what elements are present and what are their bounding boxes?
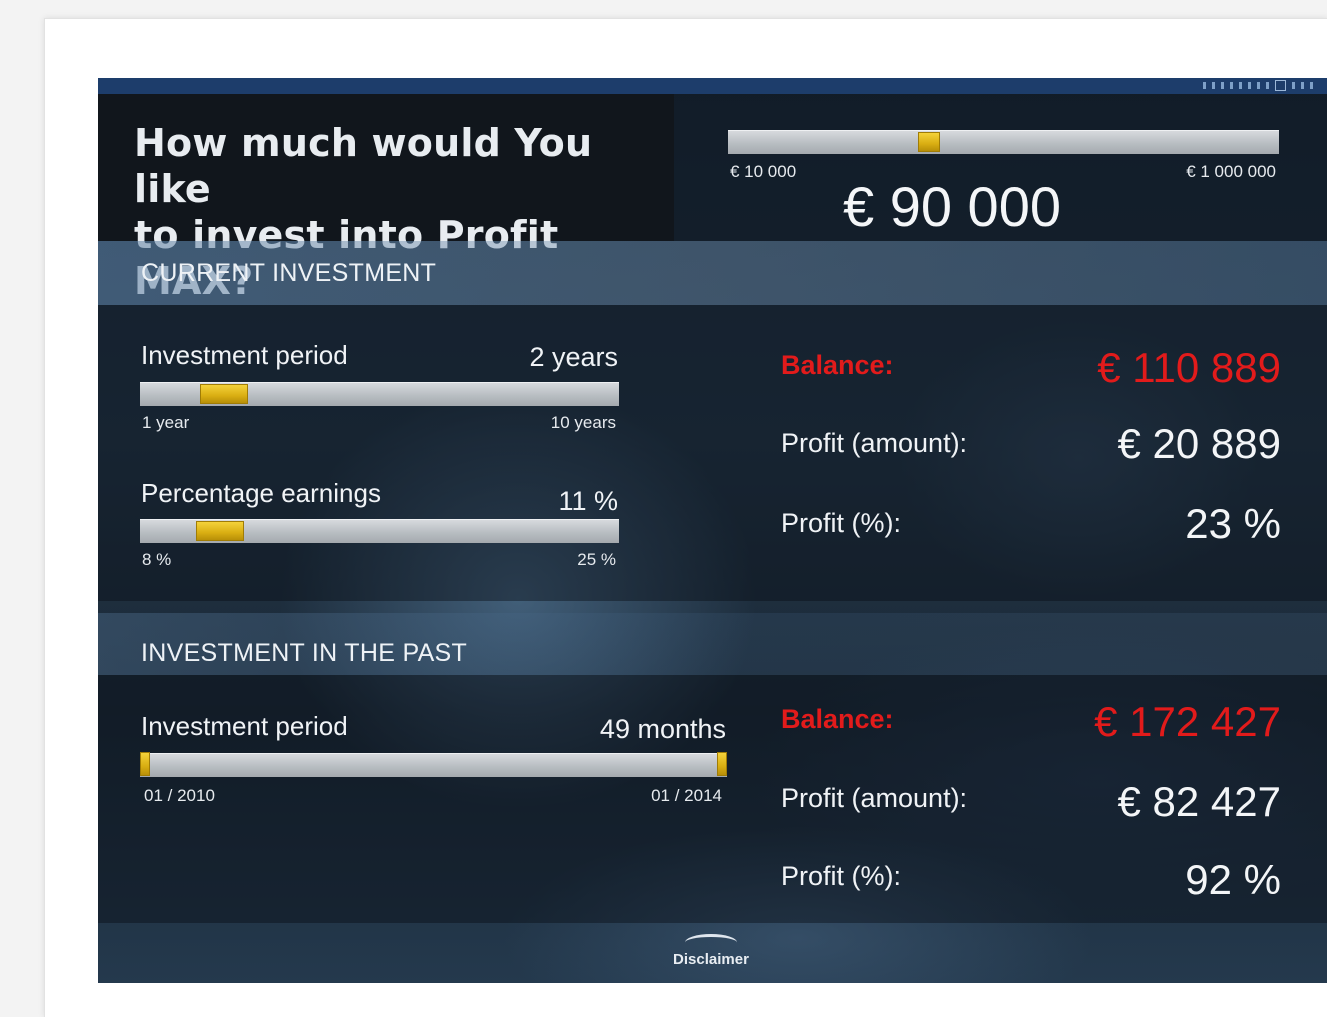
current-profit-pct-value: 23 % [1185,500,1281,547]
current-period-value: 2 years [529,342,618,372]
current-earnings-value: 11 % [558,486,618,516]
current-earnings-slider-thumb[interactable] [196,521,244,541]
current-earnings-label: Percentage earnings [141,478,381,508]
current-period-max-label: 10 years [550,413,616,432]
profit-max-calculator: How much would You like to invest into P… [98,78,1327,983]
current-period-slider-thumb[interactable] [200,384,248,404]
current-balance-label: Balance: [781,350,894,380]
amount-max-label: € 1 000 000 [1186,162,1276,181]
disclaimer-label: Disclaimer [673,951,749,968]
past-period-start-thumb[interactable] [140,752,150,776]
current-investment-title: CURRENT INVESTMENT [141,259,437,287]
top-bar [98,78,1327,94]
investment-amount-slider-thumb[interactable] [918,132,940,152]
past-profit-pct-value: 92 % [1185,856,1281,903]
past-investment-header: INVESTMENT IN THE PAST [98,613,1327,675]
past-period-value: 49 months [599,714,726,744]
past-period-end-thumb[interactable] [717,752,727,776]
current-earnings-max-label: 25 % [577,550,616,569]
past-period-max-label: 01 / 2014 [651,786,722,805]
past-balance-label: Balance: [781,704,894,734]
current-profit-pct-label: Profit (%): [781,508,902,538]
past-profit-amount-value: € 82 427 [1117,778,1282,825]
current-period-min-label: 1 year [142,413,190,432]
question-title-line1: How much would You like [134,121,593,211]
current-earnings-slider[interactable] [140,519,619,543]
past-profit-pct-label: Profit (%): [781,861,902,891]
current-earnings-min-label: 8 % [142,550,172,569]
past-period-min-label: 01 / 2010 [144,786,215,805]
past-period-slider[interactable] [140,752,727,777]
investment-amount-value: € 90 000 [843,175,1061,238]
past-balance-value: € 172 427 [1094,698,1281,745]
current-period-slider[interactable] [140,382,619,406]
disclaimer-button[interactable]: Disclaimer [668,934,754,968]
current-balance-value: € 110 889 [1097,344,1281,391]
status-indicator-icon [1203,79,1313,91]
current-period-label: Investment period [141,340,348,370]
investment-amount-slider[interactable] [728,130,1279,154]
current-investment-header: CURRENT INVESTMENT [98,241,1327,305]
chevron-up-icon [685,934,737,951]
question-title-box: How much would You like to invest into P… [98,94,674,303]
past-period-label: Investment period [141,711,348,741]
current-profit-amount-value: € 20 889 [1117,420,1282,467]
past-profit-amount-label: Profit (amount): [781,783,968,813]
amount-min-label: € 10 000 [730,162,797,181]
current-profit-amount-label: Profit (amount): [781,428,968,458]
